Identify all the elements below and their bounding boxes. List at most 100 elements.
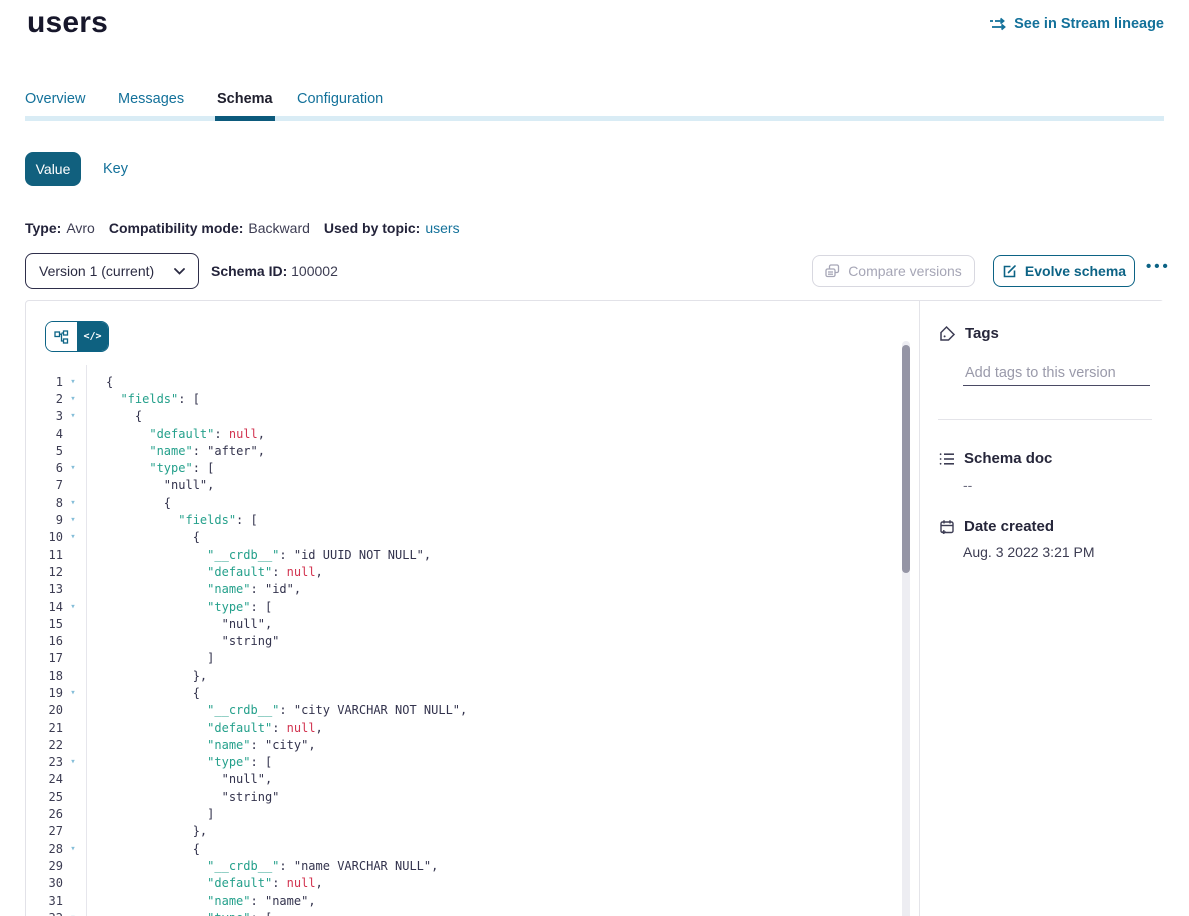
code-text: "string" (106, 634, 279, 648)
tab-schema[interactable]: Schema (217, 91, 273, 107)
line-number: 12 (26, 565, 63, 579)
edit-schema-icon (1002, 264, 1017, 279)
fold-caret-icon[interactable]: ▾ (67, 844, 79, 854)
code-text: "null", (106, 478, 214, 492)
schema-id-value: 100002 (291, 263, 338, 279)
compatibility-value: Backward (248, 220, 309, 236)
fold-caret-icon[interactable]: ▾ (67, 411, 79, 421)
line-number: 5 (26, 444, 63, 458)
schema-doc-value: -- (963, 477, 972, 493)
code-text: { (106, 842, 200, 856)
code-text: { (106, 375, 113, 389)
fold-caret-icon[interactable]: ▾ (67, 394, 79, 404)
code-text: "type": [ (106, 600, 272, 614)
tag-icon (939, 325, 956, 342)
line-number: 2 (26, 392, 63, 406)
version-dropdown[interactable]: Version 1 (current) (25, 253, 199, 289)
line-number: 9 (26, 513, 63, 527)
line-number: 10 (26, 530, 63, 544)
editor-scrollbar-thumb[interactable] (902, 345, 910, 573)
code-text: "name": "name", (106, 894, 316, 908)
key-toggle-link[interactable]: Key (103, 161, 128, 177)
compare-versions-button[interactable]: Compare versions (812, 255, 975, 287)
schema-doc-label: Schema doc (964, 450, 1052, 467)
code-text: { (106, 686, 200, 700)
code-text: "name": "city", (106, 738, 316, 752)
code-view-icon: </> (83, 331, 101, 342)
schema-id-field: Schema ID: 100002 (211, 263, 338, 279)
schema-meta-row: Type: Avro Compatibility mode: Backward … (25, 220, 460, 236)
fold-caret-icon[interactable]: ▾ (67, 498, 79, 508)
line-number: 3 (26, 409, 63, 423)
used-by-topic-label: Used by topic: (324, 220, 420, 236)
see-in-stream-lineage-link[interactable]: See in Stream lineage (989, 16, 1164, 32)
line-number: 15 (26, 617, 63, 631)
line-number: 30 (26, 876, 63, 890)
code-text: "__crdb__": "id UUID NOT NULL", (106, 548, 431, 562)
fold-caret-icon[interactable]: ▾ (67, 463, 79, 473)
compare-versions-label: Compare versions (848, 263, 962, 279)
evolve-schema-button[interactable]: Evolve schema (993, 255, 1135, 287)
type-value: Avro (66, 220, 95, 236)
line-number: 20 (26, 703, 63, 717)
code-view-button[interactable]: </> (77, 322, 108, 351)
editor-view-toggle: </> (45, 321, 109, 352)
code-text: ] (106, 807, 214, 821)
tab-messages[interactable]: Messages (118, 91, 184, 107)
schema-details-sidebar: Tags Schema doc -- (919, 301, 1164, 916)
tags-label: Tags (965, 325, 999, 342)
code-text: "type": [ (106, 911, 272, 916)
fold-caret-icon[interactable]: ▾ (67, 532, 79, 542)
line-number: 7 (26, 478, 63, 492)
code-text: ] (106, 651, 214, 665)
line-number: 6 (26, 461, 63, 475)
active-tab-underline (215, 116, 275, 121)
code-text: "default": null, (106, 565, 323, 579)
code-text: "__crdb__": "name VARCHAR NULL", (106, 859, 438, 873)
compatibility-label: Compatibility mode: (109, 220, 244, 236)
fold-caret-icon[interactable]: ▾ (67, 757, 79, 767)
evolve-schema-label: Evolve schema (1025, 263, 1126, 279)
line-number: 26 (26, 807, 63, 821)
schema-page: users See in Stream lineage Overview Mes… (0, 0, 1189, 916)
line-number: 4 (26, 427, 63, 441)
code-text: "default": null, (106, 876, 323, 890)
tree-view-button[interactable] (46, 322, 77, 351)
code-text: }, (106, 824, 207, 838)
line-number: 14 (26, 600, 63, 614)
editor-scrollbar[interactable] (902, 341, 910, 916)
code-text: { (106, 530, 200, 544)
tags-section-header: Tags (939, 325, 999, 342)
date-created-header: Date created (939, 518, 1054, 535)
code-text: { (106, 496, 171, 510)
version-selected-value: Version 1 (current) (39, 263, 154, 279)
code-text: "name": "id", (106, 582, 301, 596)
fold-caret-icon[interactable]: ▾ (67, 602, 79, 612)
line-number: 29 (26, 859, 63, 873)
sidebar-divider (938, 419, 1152, 420)
fold-caret-icon[interactable]: ▾ (67, 377, 79, 387)
more-actions-button[interactable]: ••• (1146, 258, 1171, 275)
code-text: "null", (106, 617, 272, 631)
fold-caret-icon[interactable]: ▾ (67, 688, 79, 698)
fold-caret-icon[interactable]: ▾ (67, 515, 79, 525)
line-number: 19 (26, 686, 63, 700)
value-toggle-button[interactable]: Value (25, 152, 81, 186)
code-text: { (106, 409, 142, 423)
line-number: 18 (26, 669, 63, 683)
code-text: "null", (106, 772, 272, 786)
add-tags-input[interactable] (963, 361, 1150, 386)
tab-configuration[interactable]: Configuration (297, 91, 383, 107)
line-number: 8 (26, 496, 63, 510)
code-text: "fields": [ (106, 392, 200, 406)
line-number: 25 (26, 790, 63, 804)
date-created-value: Aug. 3 2022 3:21 PM (963, 544, 1095, 560)
compare-versions-icon (825, 264, 840, 278)
line-number: 17 (26, 651, 63, 665)
line-number: 22 (26, 738, 63, 752)
code-text: "string" (106, 790, 279, 804)
tab-overview[interactable]: Overview (25, 91, 85, 107)
type-label: Type: (25, 220, 61, 236)
topic-link[interactable]: users (425, 220, 459, 236)
line-number: 23 (26, 755, 63, 769)
